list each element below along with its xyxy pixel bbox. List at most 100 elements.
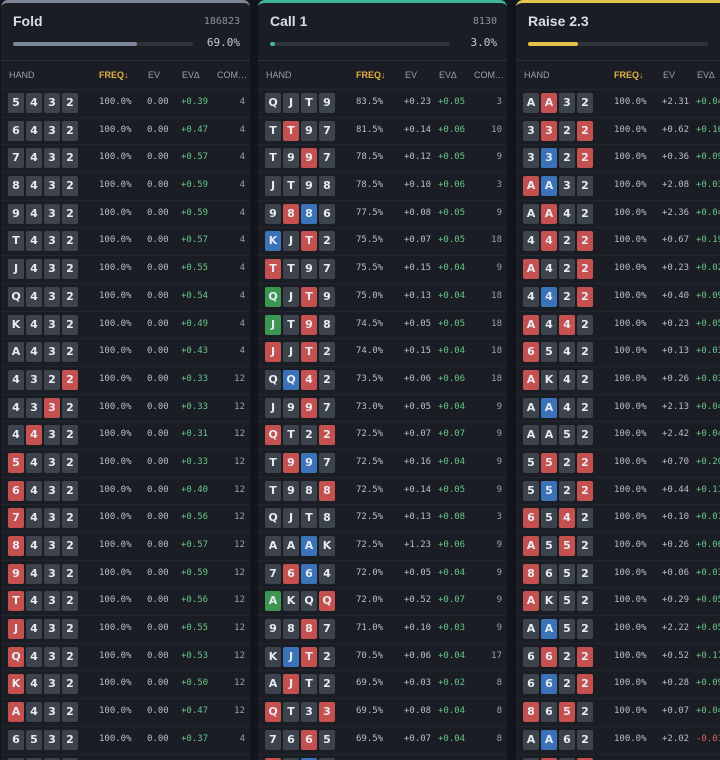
column-header-ev-delta[interactable]: EV∆ xyxy=(439,70,457,80)
hand-row[interactable]: AA52 100.0% +2.22 +0.05 xyxy=(516,615,720,643)
hand-cards: Q432 xyxy=(8,286,80,307)
column-header-ev-delta[interactable]: EV∆ xyxy=(182,70,200,80)
hand-row[interactable]: A 4 3 2 100.0% 0.00 +0.43 4 xyxy=(1,338,250,366)
hand-row[interactable]: 5522100.0%+0.44+0.11 xyxy=(516,476,720,505)
hand-row[interactable]: 4422100.0%+0.67+0.19 xyxy=(516,227,720,255)
hand-row[interactable]: Q 4 3 2 100.0% 0.00 +0.54 4 xyxy=(1,282,250,311)
hand-row[interactable]: 7532100.0%0.00+0.504 xyxy=(1,753,250,760)
hand-row[interactable]: T T 9 7 81.5% +0.14 +0.06 10 xyxy=(258,116,507,145)
hand-row[interactable]: Q J T 8 72.5% +0.13 +0.08 3 xyxy=(258,504,507,532)
hand-row[interactable]: T 9 9 7 72.5% +0.16 +0.04 9 xyxy=(258,448,507,477)
hand-ev-delta: +0.31 xyxy=(181,429,209,440)
hand-combos: 9 xyxy=(496,207,502,218)
hand-row[interactable]: J J T 2 74.0% +0.15 +0.04 18 xyxy=(258,338,507,366)
hand-row[interactable]: T T 9 7 75.5% +0.15 +0.04 9 xyxy=(258,255,507,283)
column-header-combos[interactable]: COM… xyxy=(474,70,504,80)
hand-row[interactable]: T 9 9 7 78.5% +0.12 +0.05 9 xyxy=(258,144,507,172)
hand-row[interactable]: 7722100.0%+0.28+0.06 xyxy=(516,753,720,760)
column-header-freq[interactable]: FREQ↓ xyxy=(356,70,386,80)
column-header-combos[interactable]: COM… xyxy=(217,70,247,80)
hand-row[interactable]: Q T 3 3 69.5% +0.08 +0.04 8 xyxy=(258,698,507,726)
hand-row[interactable]: 5522100.0%+0.70+0.20 xyxy=(516,448,720,477)
hand-row[interactable]: J T 9 8 78.5% +0.10 +0.06 3 xyxy=(258,172,507,200)
column-header-ev-delta[interactable]: EV∆ xyxy=(697,70,715,80)
hand-frequency: 100.0% xyxy=(99,706,132,717)
hand-row[interactable]: 9 4 3 2 100.0% 0.00 +0.59 12 xyxy=(1,559,250,588)
hand-ev-delta: +0.04 xyxy=(438,401,466,412)
panel-header[interactable]: Call 1 8130 3.0% xyxy=(258,3,507,61)
hand-row[interactable]: AA62 100.0% +2.02 -0.01 xyxy=(516,725,720,754)
hand-row[interactable]: A J T 2 69.5% +0.03 +0.02 8 xyxy=(258,670,507,698)
hand-row[interactable]: 5 4 3 2 100.0% 0.00 +0.39 4 xyxy=(1,89,250,117)
hand-row[interactable]: 6622100.0%+0.28+0.09 xyxy=(516,670,720,698)
hand-row[interactable]: 5 4 3 2 100.0% 0.00 +0.33 12 xyxy=(1,448,250,477)
hand-row[interactable]: J 4 3 2 100.0% 0.00 +0.55 4 xyxy=(1,255,250,283)
hand-row[interactable]: 6 4 3 2 100.0% 0.00 +0.47 4 xyxy=(1,116,250,145)
hand-row[interactable]: A A A K 72.5% +1.23 +0.06 9 xyxy=(258,532,507,560)
hand-row[interactable]: 4422100.0%+0.40+0.09 xyxy=(516,282,720,311)
hand-row[interactable]: AK52 100.0% +0.29 +0.05 xyxy=(516,587,720,615)
hand-row[interactable]: AA52 100.0% +2.42 +0.04 xyxy=(516,421,720,449)
hand-row[interactable]: AA42 100.0% +2.36 +0.04 xyxy=(516,199,720,228)
hand-row[interactable]: Q T 2 2 72.5% +0.07 +0.07 9 xyxy=(258,421,507,449)
hand-row[interactable]: 3322100.0%+0.36+0.09 xyxy=(516,144,720,172)
hand-row[interactable]: K 4 3 2 100.0% 0.00 +0.49 4 xyxy=(1,310,250,339)
hand-row[interactable]: A442 100.0% +0.23 +0.05 xyxy=(516,310,720,339)
column-header-ev[interactable]: EV xyxy=(663,70,675,80)
panel-header[interactable]: Fold 186823 69.0% xyxy=(1,3,250,61)
hand-row[interactable]: T 9 8 8 72.5% +0.14 +0.05 9 xyxy=(258,476,507,505)
panel-header[interactable]: Raise 2.32 xyxy=(516,3,720,61)
column-header-freq[interactable]: FREQ↓ xyxy=(614,70,644,80)
hand-row[interactable]: J T 9 8 74.5% +0.05 +0.05 18 xyxy=(258,310,507,339)
hand-row[interactable]: 6 5 3 2 100.0% 0.00 +0.37 4 xyxy=(1,725,250,754)
card: T xyxy=(301,231,317,252)
hand-row[interactable]: A422 100.0% +0.23 +0.02 xyxy=(516,255,720,283)
hand-row[interactable]: 3322100.0%+0.62+0.16 xyxy=(516,116,720,145)
hand-row[interactable]: 8652 100.0% +0.07 +0.04 xyxy=(516,698,720,726)
column-header-ev[interactable]: EV xyxy=(148,70,160,80)
hand-row[interactable]: 7 6 6 5 69.5% +0.07 +0.04 8 xyxy=(258,725,507,754)
hand-row[interactable]: 8652 100.0% +0.06 +0.03 xyxy=(516,559,720,588)
hand-row[interactable]: 8 4 3 2 100.0% 0.00 +0.59 4 xyxy=(1,172,250,200)
hand-row[interactable]: 8 4 3 2 100.0% 0.00 +0.57 12 xyxy=(1,532,250,560)
hand-row[interactable]: J 9 9 7 73.0% +0.05 +0.04 9 xyxy=(258,393,507,422)
hand-row[interactable]: A K Q Q 72.0% +0.52 +0.07 9 xyxy=(258,587,507,615)
hand-row[interactable]: K J T 2 75.5% +0.07 +0.05 18 xyxy=(258,227,507,255)
hand-frequency: 100.0% xyxy=(99,97,132,107)
hand-row[interactable]: K J T 2 70.5% +0.06 +0.04 17 xyxy=(258,642,507,671)
hand-row[interactable]: T 4 3 2 100.0% 0.00 +0.57 4 xyxy=(1,227,250,255)
hand-row[interactable]: AA32 100.0% +2.31 +0.04 xyxy=(516,89,720,117)
hand-row[interactable]: 4 4 3 2 100.0% 0.00 +0.31 12 xyxy=(1,421,250,449)
hand-row[interactable]: 7 6 6 4 72.0% +0.05 +0.04 9 xyxy=(258,559,507,588)
hand-row[interactable]: T 4 3 2 100.0% 0.00 +0.56 12 xyxy=(1,587,250,615)
hand-row[interactable]: 7 4 3 2 100.0% 0.00 +0.56 12 xyxy=(1,504,250,532)
hand-row[interactable]: J 4 3 2 100.0% 0.00 +0.55 12 xyxy=(1,615,250,643)
hand-row[interactable]: AA32 100.0% +2.08 +0.03 xyxy=(516,172,720,200)
hand-row[interactable]: 9 4 3 2 100.0% 0.00 +0.59 4 xyxy=(1,199,250,228)
hand-row[interactable]: A552 100.0% +0.26 +0.06 xyxy=(516,532,720,560)
hand-row[interactable]: 6542 100.0% +0.13 +0.03 xyxy=(516,338,720,366)
hand-row[interactable]: 4 3 3 2 100.0% 0.00 +0.33 12 xyxy=(1,393,250,422)
hand-row[interactable]: 7 4 3 2 100.0% 0.00 +0.57 4 xyxy=(1,144,250,172)
hand-row[interactable]: Q 4 3 2 100.0% 0.00 +0.53 12 xyxy=(1,642,250,671)
hand-frequency: 100.0% xyxy=(99,595,132,606)
hand-row[interactable]: 4 3 2 2 100.0% 0.00 +0.33 12 xyxy=(1,365,250,394)
hand-row[interactable]: 9 8 8 6 77.5% +0.08 +0.05 9 xyxy=(258,199,507,228)
column-header-freq[interactable]: FREQ↓ xyxy=(99,70,129,80)
hand-row[interactable]: Q Q 4 2 73.5% +0.06 +0.06 18 xyxy=(258,365,507,394)
column-header-ev[interactable]: EV xyxy=(405,70,417,80)
hand-row[interactable]: A 4 3 2 100.0% 0.00 +0.47 12 xyxy=(1,698,250,726)
hand-ev-delta: +0.50 xyxy=(181,678,209,689)
hand-row[interactable]: JTT269.0%+0.10+0.0417 xyxy=(258,753,507,760)
hand-row[interactable]: 6 4 3 2 100.0% 0.00 +0.40 12 xyxy=(1,476,250,505)
card: 2 xyxy=(62,93,78,113)
hand-row[interactable]: AA42 100.0% +2.13 +0.04 xyxy=(516,393,720,422)
hand-row[interactable]: AK42 100.0% +0.26 +0.03 xyxy=(516,365,720,394)
hand-row[interactable]: K 4 3 2 100.0% 0.00 +0.50 12 xyxy=(1,670,250,698)
hand-row[interactable]: Q J T 9 75.0% +0.13 +0.04 18 xyxy=(258,282,507,311)
hand-row[interactable]: Q J T 9 83.5% +0.23 +0.05 3 xyxy=(258,89,507,117)
hand-row[interactable]: 6542 100.0% +0.10 +0.01 xyxy=(516,504,720,532)
hand-row[interactable]: 6622100.0%+0.52+0.17 xyxy=(516,642,720,671)
card: 8 xyxy=(301,480,317,501)
hand-row[interactable]: 9 8 8 7 71.0% +0.10 +0.03 9 xyxy=(258,615,507,643)
